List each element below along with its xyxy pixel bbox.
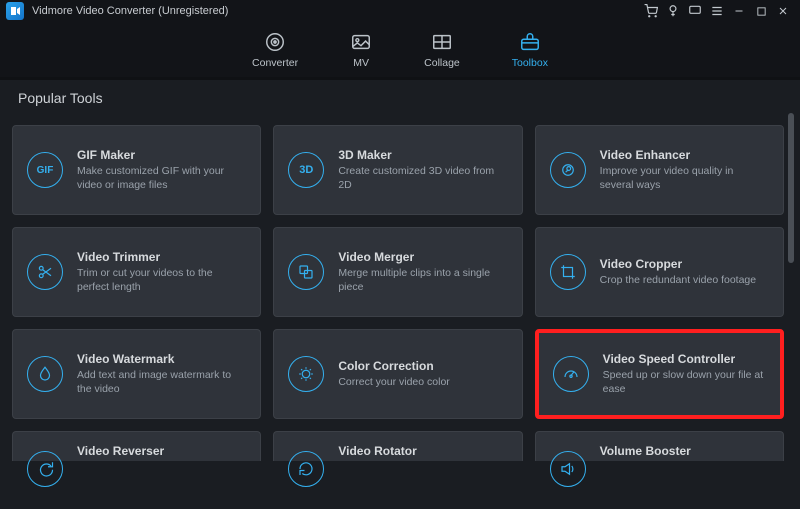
mv-icon bbox=[350, 31, 372, 53]
tab-label: Converter bbox=[252, 57, 298, 69]
tools-grid: i Keep original file info or edit as you… bbox=[12, 113, 784, 461]
tab-toolbox[interactable]: Toolbox bbox=[512, 31, 548, 69]
tab-mv[interactable]: MV bbox=[350, 31, 372, 69]
cart-icon bbox=[644, 4, 658, 18]
enhancer-icon bbox=[550, 152, 586, 188]
tool-card-watermark[interactable]: Video Watermark Add text and image water… bbox=[12, 329, 261, 419]
menu-button[interactable] bbox=[706, 0, 728, 22]
tool-card-enhancer[interactable]: Video Enhancer Improve your video qualit… bbox=[535, 125, 784, 215]
card-title: Color Correction bbox=[338, 359, 507, 373]
card-desc: Create customized 3D video from 2D bbox=[338, 165, 507, 192]
close-icon bbox=[777, 5, 789, 17]
card-desc: Merge multiple clips into a single piece bbox=[338, 267, 507, 294]
tab-label: MV bbox=[353, 57, 369, 69]
cart-button[interactable] bbox=[640, 0, 662, 22]
card-title: Video Merger bbox=[338, 250, 507, 264]
three-d-icon: 3D bbox=[288, 152, 324, 188]
tool-card-trimmer[interactable]: Video Trimmer Trim or cut your videos to… bbox=[12, 227, 261, 317]
section-title: Popular Tools bbox=[0, 80, 800, 112]
toolbox-icon bbox=[519, 31, 541, 53]
main-tabs: Converter MV Collage Toolbox bbox=[0, 22, 800, 80]
maximize-button[interactable] bbox=[750, 0, 772, 22]
speed-icon bbox=[553, 356, 589, 392]
reverser-icon bbox=[27, 451, 63, 487]
feedback-button[interactable] bbox=[684, 0, 706, 22]
app-title: Vidmore Video Converter (Unregistered) bbox=[32, 5, 228, 17]
rotator-icon bbox=[288, 451, 324, 487]
tool-card-3d-maker[interactable]: 3D 3D Maker Create customized 3D video f… bbox=[273, 125, 522, 215]
converter-icon bbox=[264, 31, 286, 53]
tool-card-speed[interactable]: Video Speed Controller Speed up or slow … bbox=[535, 329, 784, 419]
card-title: Volume Booster bbox=[600, 444, 769, 458]
chat-icon bbox=[688, 4, 702, 18]
menu-icon bbox=[710, 4, 724, 18]
card-title: Video Watermark bbox=[77, 352, 246, 366]
tool-card-color[interactable]: Color Correction Correct your video colo… bbox=[273, 329, 522, 419]
titlebar: Vidmore Video Converter (Unregistered) bbox=[0, 0, 800, 22]
tools-scroll-area: i Keep original file info or edit as you… bbox=[12, 113, 784, 509]
card-title: 3D Maker bbox=[338, 148, 507, 162]
tab-converter[interactable]: Converter bbox=[252, 31, 298, 69]
tool-card-reverser[interactable]: Video Reverser bbox=[12, 431, 261, 461]
minimize-icon bbox=[733, 5, 745, 17]
color-icon bbox=[288, 356, 324, 392]
card-title: Video Reverser bbox=[77, 444, 246, 458]
tool-card-cropper[interactable]: Video Cropper Crop the redundant video f… bbox=[535, 227, 784, 317]
card-title: Video Trimmer bbox=[77, 250, 246, 264]
cropper-icon bbox=[550, 254, 586, 290]
tab-collage[interactable]: Collage bbox=[424, 31, 460, 69]
gif-icon: GIF bbox=[27, 152, 63, 188]
tool-card-gif-maker[interactable]: GIF GIF Maker Make customized GIF with y… bbox=[12, 125, 261, 215]
scissors-icon bbox=[27, 254, 63, 290]
maximize-icon bbox=[756, 6, 767, 17]
register-button[interactable] bbox=[662, 0, 684, 22]
card-desc: Make customized GIF with your video or i… bbox=[77, 165, 246, 192]
card-desc: Add text and image watermark to the vide… bbox=[77, 369, 246, 396]
tool-card-volume[interactable]: Volume Booster bbox=[535, 431, 784, 461]
watermark-icon bbox=[27, 356, 63, 392]
close-button[interactable] bbox=[772, 0, 794, 22]
card-title: Video Enhancer bbox=[600, 148, 769, 162]
tab-label: Collage bbox=[424, 57, 460, 69]
card-desc: Improve your video quality in several wa… bbox=[600, 165, 769, 192]
scrollbar-thumb[interactable] bbox=[788, 113, 794, 263]
collage-icon bbox=[431, 31, 453, 53]
card-desc: Crop the redundant video footage bbox=[600, 274, 769, 288]
card-desc: Speed up or slow down your file at ease bbox=[603, 369, 766, 396]
tool-card-merger[interactable]: Video Merger Merge multiple clips into a… bbox=[273, 227, 522, 317]
tool-card-rotator[interactable]: Video Rotator bbox=[273, 431, 522, 461]
card-title: Video Speed Controller bbox=[603, 352, 766, 366]
tab-label: Toolbox bbox=[512, 57, 548, 69]
card-desc: Correct your video color bbox=[338, 376, 507, 390]
merger-icon bbox=[288, 254, 324, 290]
card-title: Video Rotator bbox=[338, 444, 507, 458]
volume-icon bbox=[550, 451, 586, 487]
key-icon bbox=[666, 4, 680, 18]
card-title: GIF Maker bbox=[77, 148, 246, 162]
minimize-button[interactable] bbox=[728, 0, 750, 22]
app-logo-icon bbox=[9, 5, 21, 17]
card-desc: Trim or cut your videos to the perfect l… bbox=[77, 267, 246, 294]
card-title: Video Cropper bbox=[600, 257, 769, 271]
app-logo bbox=[6, 2, 24, 20]
